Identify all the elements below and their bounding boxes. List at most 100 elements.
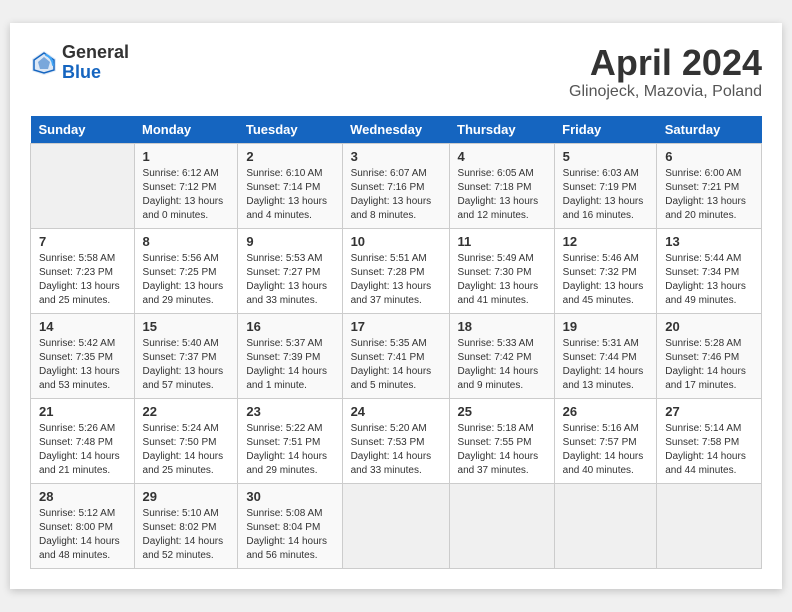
day-info: Sunrise: 5:26 AMSunset: 7:48 PMDaylight:… [39,422,126,478]
calendar-cell: 20 Sunrise: 5:28 AMSunset: 7:46 PMDayligh… [657,313,762,398]
calendar-header: SundayMondayTuesdayWednesdayThursdayFrid… [31,116,762,144]
title-section: April 2024 Glinojeck, Mazovia, Poland [569,43,762,101]
calendar-cell: 16Sunrise: 5:37 AMSunset: 7:39 PMDayligh… [238,313,342,398]
day-info: Sunrise: 5:42 AMSunset: 7:35 PMDaylight:… [39,337,126,393]
day-number: 4 [458,149,546,164]
day-number: 27 [665,404,753,419]
calendar-week-row: 14 Sunrise: 5:42 AMSunset: 7:35 PMDayligh… [31,313,762,398]
day-number: 28 [39,489,126,504]
day-info: Sunrise: 6:05 AMSunset: 7:18 PMDaylight:… [458,167,546,223]
calendar-cell: 25 Sunrise: 5:18 AMSunset: 7:55 PMDayligh… [449,398,554,483]
calendar-cell: 22 Sunrise: 5:24 AMSunset: 7:50 PMDayligh… [134,398,238,483]
calendar-cell: 4 Sunrise: 6:05 AMSunset: 7:18 PMDaylight… [449,143,554,228]
calendar-cell [449,483,554,568]
calendar-cell: 26Sunrise: 5:16 AMSunset: 7:57 PMDayligh… [554,398,657,483]
day-info: Sunrise: 5:35 AMSunset: 7:41 PMDaylight:… [351,337,441,393]
day-number: 8 [143,234,230,249]
day-number: 7 [39,234,126,249]
calendar-cell [657,483,762,568]
day-info: Sunrise: 6:10 AMSunset: 7:14 PMDaylight:… [246,167,333,223]
day-info: Sunrise: 5:46 AMSunset: 7:32 PMDaylight:… [563,252,649,308]
calendar-cell: 15 Sunrise: 5:40 AMSunset: 7:37 PMDayligh… [134,313,238,398]
day-number: 11 [458,234,546,249]
day-number: 29 [143,489,230,504]
day-number: 19 [563,319,649,334]
day-number: 6 [665,149,753,164]
calendar-cell: 2 Sunrise: 6:10 AMSunset: 7:14 PMDaylight… [238,143,342,228]
location-title: Glinojeck, Mazovia, Poland [569,83,762,101]
logo-icon [30,49,58,77]
day-info: Sunrise: 5:14 AMSunset: 7:58 PMDaylight:… [665,422,753,478]
day-info: Sunrise: 5:31 AMSunset: 7:44 PMDaylight:… [563,337,649,393]
day-info: Sunrise: 5:22 AMSunset: 7:51 PMDaylight:… [246,422,333,478]
day-info: Sunrise: 5:16 AMSunset: 7:57 PMDaylight:… [563,422,649,478]
calendar-body: 1Sunrise: 6:12 AMSunset: 7:12 PMDaylight… [31,143,762,568]
day-number: 14 [39,319,126,334]
day-info: Sunrise: 5:12 AMSunset: 8:00 PMDaylight:… [39,507,126,563]
calendar-cell: 9 Sunrise: 5:53 AMSunset: 7:27 PMDaylight… [238,228,342,313]
day-number: 30 [246,489,333,504]
weekday-header-monday: Monday [134,116,238,144]
calendar-cell: 24 Sunrise: 5:20 AMSunset: 7:53 PMDayligh… [342,398,449,483]
weekday-header-thursday: Thursday [449,116,554,144]
day-number: 21 [39,404,126,419]
weekday-header-row: SundayMondayTuesdayWednesdayThursdayFrid… [31,116,762,144]
calendar-cell [342,483,449,568]
calendar-table: SundayMondayTuesdayWednesdayThursdayFrid… [30,116,762,569]
day-number: 22 [143,404,230,419]
weekday-header-friday: Friday [554,116,657,144]
calendar-cell: 1Sunrise: 6:12 AMSunset: 7:12 PMDaylight… [134,143,238,228]
day-number: 20 [665,319,753,334]
day-info: Sunrise: 5:33 AMSunset: 7:42 PMDaylight:… [458,337,546,393]
day-info: Sunrise: 5:49 AMSunset: 7:30 PMDaylight:… [458,252,546,308]
calendar-cell [31,143,135,228]
calendar-cell: 14 Sunrise: 5:42 AMSunset: 7:35 PMDayligh… [31,313,135,398]
day-number: 2 [246,149,333,164]
logo: General Blue [30,43,129,83]
day-info: Sunrise: 5:53 AMSunset: 7:27 PMDaylight:… [246,252,333,308]
calendar-cell: 5Sunrise: 6:03 AMSunset: 7:19 PMDaylight… [554,143,657,228]
day-info: Sunrise: 6:07 AMSunset: 7:16 PMDaylight:… [351,167,441,223]
day-info: Sunrise: 5:37 AMSunset: 7:39 PMDaylight:… [246,337,333,393]
day-number: 23 [246,404,333,419]
calendar-cell: 3 Sunrise: 6:07 AMSunset: 7:16 PMDaylight… [342,143,449,228]
logo-general-text: General [62,43,129,63]
month-year-title: April 2024 [569,43,762,83]
day-number: 24 [351,404,441,419]
day-info: Sunrise: 5:44 AMSunset: 7:34 PMDaylight:… [665,252,753,308]
day-info: Sunrise: 5:51 AMSunset: 7:28 PMDaylight:… [351,252,441,308]
weekday-header-tuesday: Tuesday [238,116,342,144]
header-section: General Blue April 2024 Glinojeck, Mazov… [30,43,762,101]
logo-text: General Blue [62,43,129,83]
calendar-cell: 13 Sunrise: 5:44 AMSunset: 7:34 PMDayligh… [657,228,762,313]
day-number: 13 [665,234,753,249]
day-info: Sunrise: 5:20 AMSunset: 7:53 PMDaylight:… [351,422,441,478]
calendar-cell: 10Sunrise: 5:51 AMSunset: 7:28 PMDayligh… [342,228,449,313]
calendar-cell: 29 Sunrise: 5:10 AMSunset: 8:02 PMDayligh… [134,483,238,568]
day-number: 25 [458,404,546,419]
day-number: 9 [246,234,333,249]
calendar-cell: 7Sunrise: 5:58 AMSunset: 7:23 PMDaylight… [31,228,135,313]
day-info: Sunrise: 5:24 AMSunset: 7:50 PMDaylight:… [143,422,230,478]
weekday-header-wednesday: Wednesday [342,116,449,144]
day-info: Sunrise: 5:10 AMSunset: 8:02 PMDaylight:… [143,507,230,563]
calendar-cell: 6Sunrise: 6:00 AMSunset: 7:21 PMDaylight… [657,143,762,228]
day-info: Sunrise: 5:56 AMSunset: 7:25 PMDaylight:… [143,252,230,308]
day-number: 15 [143,319,230,334]
day-info: Sunrise: 5:08 AMSunset: 8:04 PMDaylight:… [246,507,333,563]
calendar-cell: 8 Sunrise: 5:56 AMSunset: 7:25 PMDaylight… [134,228,238,313]
calendar-cell: 23 Sunrise: 5:22 AMSunset: 7:51 PMDayligh… [238,398,342,483]
day-number: 12 [563,234,649,249]
day-info: Sunrise: 5:18 AMSunset: 7:55 PMDaylight:… [458,422,546,478]
day-info: Sunrise: 5:40 AMSunset: 7:37 PMDaylight:… [143,337,230,393]
calendar-cell: 18Sunrise: 5:33 AMSunset: 7:42 PMDayligh… [449,313,554,398]
calendar-week-row: 28 Sunrise: 5:12 AMSunset: 8:00 PMDayligh… [31,483,762,568]
calendar-cell: 21 Sunrise: 5:26 AMSunset: 7:48 PMDayligh… [31,398,135,483]
day-number: 3 [351,149,441,164]
day-info: Sunrise: 5:28 AMSunset: 7:46 PMDaylight:… [665,337,753,393]
calendar-cell: 28 Sunrise: 5:12 AMSunset: 8:00 PMDayligh… [31,483,135,568]
calendar-container: General Blue April 2024 Glinojeck, Mazov… [10,23,782,589]
day-number: 17 [351,319,441,334]
calendar-cell: 19 Sunrise: 5:31 AMSunset: 7:44 PMDayligh… [554,313,657,398]
calendar-cell [554,483,657,568]
